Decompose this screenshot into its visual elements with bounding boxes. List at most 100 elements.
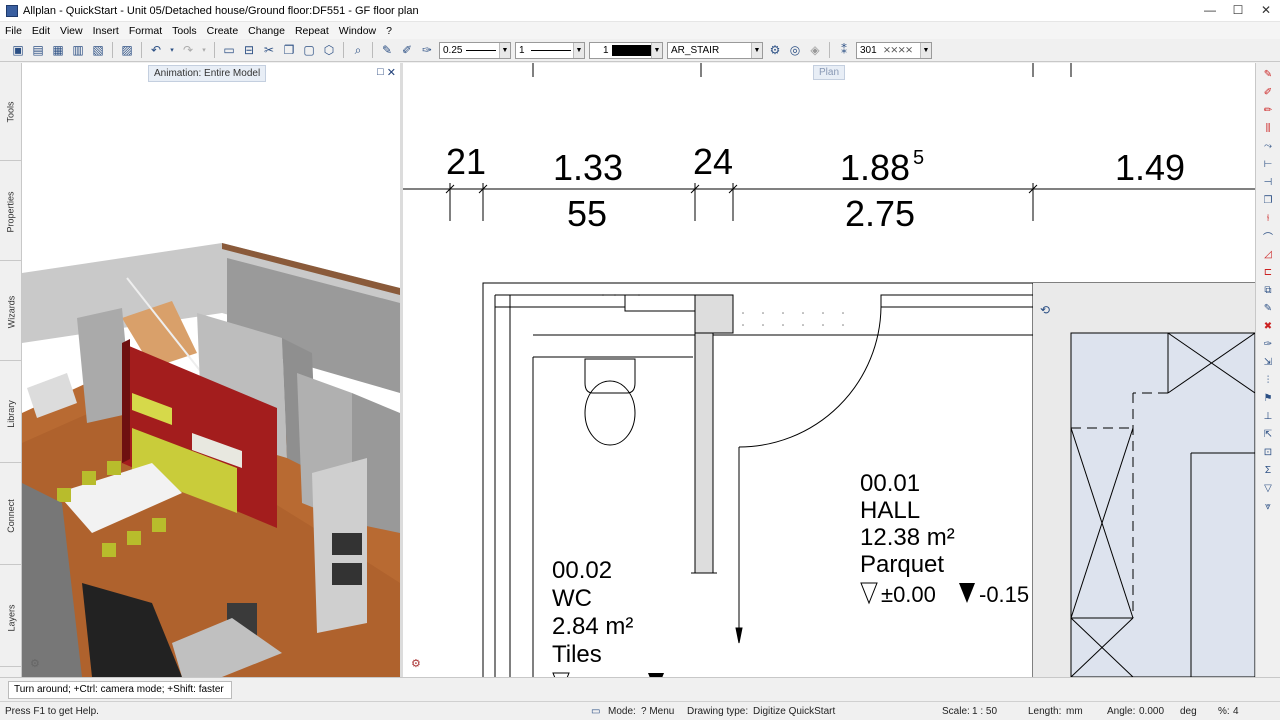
pipette-icon[interactable]: ✑ (1261, 337, 1275, 351)
rail-tab-properties[interactable]: Properties (0, 163, 22, 261)
project-icon[interactable]: ▣ (10, 42, 26, 58)
menu-format[interactable]: Format (124, 25, 167, 37)
paste-icon[interactable]: ▢ (301, 42, 317, 58)
eyedropper-icon[interactable]: ✑ (419, 42, 435, 58)
modify-line-icon[interactable]: ✏ (1261, 103, 1275, 117)
pen-color-select[interactable]: 1 ▼ (589, 41, 663, 59)
select-filter-icon[interactable]: ⇱ (1261, 427, 1275, 441)
mirror-icon[interactable]: ⧉ (1261, 283, 1275, 297)
redo-icon[interactable]: ↷ (180, 42, 196, 58)
room-level-bottom: -0.15 (979, 582, 1030, 607)
floor-plan-viewport[interactable]: 21 1.33 24 1.88 5 1.49 55 2.75 00.01 HAL… (403, 63, 1255, 677)
object-snap-icon[interactable]: ⊡ (1261, 445, 1275, 459)
join-icon[interactable]: ⊏ (1261, 265, 1275, 279)
layer-visibility-icon[interactable]: ◎ (787, 42, 803, 58)
layer-lock-icon[interactable]: ◈ (807, 42, 823, 58)
cut-icon[interactable]: ✂ (261, 42, 277, 58)
rail-tab-layers[interactable]: Layers (0, 569, 22, 667)
menu-edit[interactable]: Edit (27, 25, 55, 37)
chevron-down-icon[interactable]: ▼ (920, 42, 931, 58)
line-thickness-select[interactable]: 0.25 ▼ (439, 41, 511, 59)
pattern-icon[interactable]: ⁑ (836, 42, 852, 58)
line-type-select[interactable]: 1 ▼ (515, 41, 585, 59)
fillet-icon[interactable]: ⌒ (1261, 229, 1275, 244)
plot-icon[interactable]: ▥ (70, 42, 86, 58)
image-icon[interactable]: ▨ (119, 42, 135, 58)
model-icon[interactable]: ⬡ (321, 42, 337, 58)
layer-settings-icon[interactable]: ⚙ (767, 42, 783, 58)
menu-tools[interactable]: Tools (167, 25, 202, 37)
close-icon[interactable]: ✕ (387, 66, 396, 79)
command-bar: Turn around; +Ctrl: camera mode; +Shift:… (0, 677, 1280, 701)
pen-icon[interactable]: ✐ (399, 42, 415, 58)
restore-icon[interactable]: □ (377, 66, 384, 79)
menu-insert[interactable]: Insert (88, 25, 124, 37)
menu-change[interactable]: Change (243, 25, 290, 37)
copy-icon[interactable]: ❐ (281, 42, 297, 58)
edit-icon[interactable]: ✎ (1261, 301, 1275, 315)
percent-value[interactable]: 4 (1233, 706, 1239, 717)
rail-tab-library[interactable]: Library (0, 365, 22, 463)
chevron-down-icon[interactable]: ▼ (499, 42, 510, 58)
room-name: HALL (860, 497, 921, 524)
dimension-text: 2.75 (845, 193, 916, 234)
menu-view[interactable]: View (55, 25, 88, 37)
undo-icon[interactable]: ↶ (148, 42, 164, 58)
rail-tab-wizards[interactable]: Wizards (0, 263, 22, 361)
menu-repeat[interactable]: Repeat (290, 25, 334, 37)
length-value[interactable]: mm (1066, 706, 1083, 717)
navigation-cube-icon[interactable]: ⚙ (411, 657, 421, 670)
toolbar-separator (214, 42, 215, 58)
divide-icon[interactable]: ⫮ (1261, 211, 1275, 225)
menu-create[interactable]: Create (202, 25, 244, 37)
measure-elements-icon[interactable]: ⊥ (1261, 409, 1275, 423)
angle-value[interactable]: 0.000 (1139, 706, 1164, 717)
rail-tab-tools[interactable]: Tools (0, 63, 22, 161)
pattern-select[interactable]: 301 ⨯⨯⨯⨯ ▼ (856, 41, 932, 59)
pen-red-icon[interactable]: ✐ (1261, 85, 1275, 99)
chevron-down-icon[interactable]: ▼ (751, 42, 762, 58)
scale-value[interactable]: 1 : 50 (972, 706, 997, 717)
trim-icon[interactable]: ⊣ (1261, 175, 1275, 189)
undo-dropdown-icon[interactable]: ▾ (168, 42, 176, 58)
close-button[interactable]: ✕ (1252, 0, 1280, 22)
angle-unit[interactable]: deg (1180, 706, 1197, 717)
export-icon[interactable]: ▧ (90, 42, 106, 58)
filter-settings-icon[interactable]: ⩔ (1261, 499, 1275, 513)
measure-icon[interactable]: ▭ (221, 42, 237, 58)
save-icon[interactable]: ▦ (50, 42, 66, 58)
navigation-cube-icon[interactable]: ⚙ (30, 657, 40, 670)
view-label-plan: Plan (813, 65, 846, 80)
extend-icon[interactable]: ⊢ (1261, 157, 1275, 171)
offset-icon[interactable]: ⤳ (1261, 139, 1275, 153)
zoom-search-icon[interactable]: ⌕ (350, 42, 366, 58)
align-icon[interactable]: ⫶ (1261, 373, 1275, 387)
chevron-down-icon[interactable]: ▼ (651, 42, 662, 58)
parallel-lines-icon[interactable]: ⫼ (1261, 121, 1275, 135)
layer-value: AR_STAIR (671, 44, 720, 56)
filter-icon[interactable]: ▽ (1261, 481, 1275, 495)
open-files-icon[interactable]: ▤ (30, 42, 46, 58)
menu-file[interactable]: File (0, 25, 27, 37)
menu-help[interactable]: ? (381, 25, 397, 37)
minimize-button[interactable]: — (1196, 0, 1224, 22)
animation-3d-viewport[interactable]: Animation: Entire Model □ ✕ ⚙ (22, 63, 400, 677)
delete-icon[interactable]: ✖ (1261, 319, 1275, 333)
select-icon[interactable]: ⊟ (241, 42, 257, 58)
attributes-icon[interactable]: ⚑ (1261, 391, 1275, 405)
rail-tab-connect[interactable]: Connect (0, 467, 22, 565)
menu-window[interactable]: Window (334, 25, 381, 37)
chamfer-icon[interactable]: ◿ (1261, 247, 1275, 261)
mode-value[interactable]: ? Menu (641, 706, 674, 717)
copy-elements-icon[interactable]: ❐ (1261, 193, 1275, 207)
format-painter-icon[interactable]: ✎ (379, 42, 395, 58)
redo-dropdown-icon[interactable]: ▾ (200, 42, 208, 58)
stretch-icon[interactable]: ⇲ (1261, 355, 1275, 369)
sum-icon[interactable]: Σ (1261, 463, 1275, 477)
dimension-text: 1.49 (1115, 147, 1186, 188)
eraser-icon[interactable]: ✎ (1261, 67, 1275, 81)
layer-select[interactable]: AR_STAIR ▼ (667, 41, 763, 59)
maximize-button[interactable]: ☐ (1224, 0, 1252, 22)
chevron-down-icon[interactable]: ▼ (573, 42, 584, 58)
drawing-type-value[interactable]: Digitize QuickStart (753, 706, 835, 717)
